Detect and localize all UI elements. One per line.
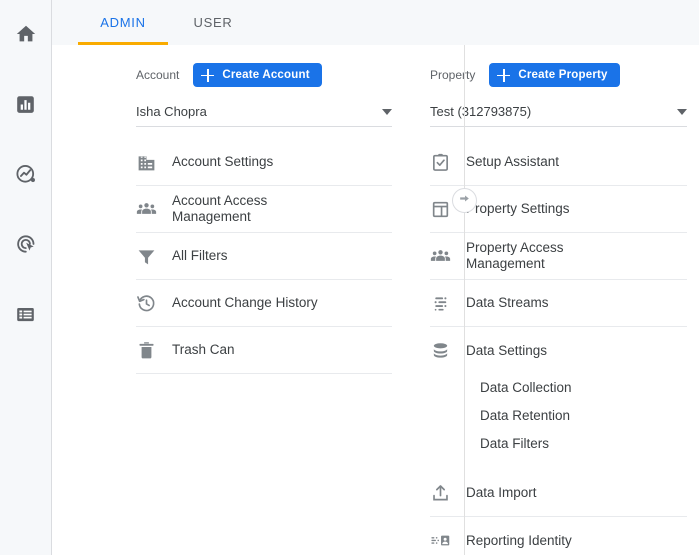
menu-item-data-settings[interactable]: Data Settings (430, 327, 687, 374)
chevron-down-icon (677, 108, 687, 115)
menu-item-reporting-identity[interactable]: Reporting Identity (430, 517, 687, 555)
property-selector-value: Test (312793875) (430, 104, 532, 119)
menu-item-label: Reporting Identity (466, 532, 572, 548)
menu-item-label: Data Settings (466, 342, 548, 358)
main-area: ADMIN USER Account Create Account Isha C… (52, 0, 699, 555)
create-property-button[interactable]: Create Property (489, 63, 620, 87)
advertising-icon (15, 233, 37, 255)
menu-item-setup-assistant[interactable]: Setup Assistant (430, 139, 687, 186)
plus-icon (201, 68, 215, 82)
menu-item-label: Account Access Management (172, 193, 268, 224)
account-column: Account Create Account Isha Chopra Accou… (52, 45, 400, 555)
rail-item-advertising[interactable] (6, 224, 46, 264)
menu-item-account-access-management[interactable]: Account Access Management (136, 186, 392, 233)
clipboard-check-icon (430, 152, 466, 173)
account-selector-value: Isha Chopra (136, 104, 207, 119)
menu-item-data-streams[interactable]: Data Streams (430, 280, 687, 327)
tab-user-label: USER (193, 15, 233, 30)
menu-item-property-access-management[interactable]: Property Access Management (430, 233, 687, 280)
menu-item-label: Data Streams (466, 295, 549, 310)
menu-item-label: Setup Assistant (466, 154, 560, 169)
sub-item-label: Data Retention (480, 408, 571, 423)
rail-item-explore[interactable] (6, 154, 46, 194)
menu-item-account-settings[interactable]: Account Settings (136, 139, 392, 186)
sub-item-data-collection[interactable]: Data Collection (430, 374, 687, 402)
menu-item-label: Property Settings (466, 201, 570, 216)
create-property-label: Create Property (518, 69, 608, 81)
reports-icon (15, 94, 36, 115)
menu-item-data-import[interactable]: Data Import (430, 470, 687, 517)
menu-item-label: Data Import (466, 485, 537, 500)
rail-item-library[interactable] (6, 294, 46, 334)
funnel-icon (136, 246, 172, 267)
rail-item-home[interactable] (6, 14, 46, 54)
library-icon (15, 304, 36, 325)
property-column: Property Create Property Test (312793875… (400, 45, 699, 555)
menu-item-label: Property Access Management (466, 240, 564, 271)
plus-icon (497, 68, 511, 82)
trash-icon (136, 340, 172, 361)
rail-item-reports[interactable] (6, 84, 46, 124)
tab-user[interactable]: USER (168, 0, 258, 45)
menu-item-label: All Filters (172, 248, 228, 263)
divider-toggle-button[interactable] (452, 188, 477, 213)
admin-page: ADMIN USER Account Create Account Isha C… (0, 0, 699, 555)
tab-bar: ADMIN USER (52, 0, 699, 45)
upload-icon (430, 483, 466, 504)
building-icon (136, 152, 172, 173)
menu-item-label: Account Change History (172, 295, 318, 310)
history-icon (136, 293, 172, 314)
account-section-label: Account (136, 68, 180, 82)
tab-admin[interactable]: ADMIN (78, 0, 168, 45)
menu-item-all-filters[interactable]: All Filters (136, 233, 392, 280)
home-icon (15, 23, 37, 45)
property-section-label: Property (430, 68, 476, 82)
left-nav-rail (0, 0, 52, 555)
column-divider (464, 45, 465, 555)
identity-icon (430, 530, 466, 551)
data-streams-icon (430, 293, 466, 314)
create-account-label: Create Account (222, 69, 310, 81)
account-menu: Account Settings Account Access Manageme… (136, 139, 392, 374)
menu-item-label: Account Settings (172, 154, 274, 169)
people-icon (136, 199, 172, 220)
sub-item-label: Data Filters (480, 436, 550, 451)
chevron-down-icon (382, 108, 392, 115)
sub-item-data-filters[interactable]: Data Filters (430, 430, 687, 458)
create-account-button[interactable]: Create Account (193, 63, 322, 87)
menu-item-label: Trash Can (172, 342, 235, 357)
tab-admin-label: ADMIN (100, 15, 146, 30)
menu-item-trash-can[interactable]: Trash Can (136, 327, 392, 374)
database-icon (430, 340, 466, 361)
admin-content: Account Create Account Isha Chopra Accou… (52, 45, 699, 555)
people-icon (430, 246, 466, 267)
sub-item-data-retention[interactable]: Data Retention (430, 402, 687, 430)
account-header: Account Create Account (136, 62, 392, 88)
menu-item-account-change-history[interactable]: Account Change History (136, 280, 392, 327)
account-selector[interactable]: Isha Chopra (136, 99, 392, 127)
arrow-right-icon (458, 192, 471, 210)
property-header: Property Create Property (430, 62, 687, 88)
explore-icon (15, 163, 37, 185)
sub-item-label: Data Collection (480, 380, 572, 395)
property-selector[interactable]: Test (312793875) (430, 99, 687, 127)
